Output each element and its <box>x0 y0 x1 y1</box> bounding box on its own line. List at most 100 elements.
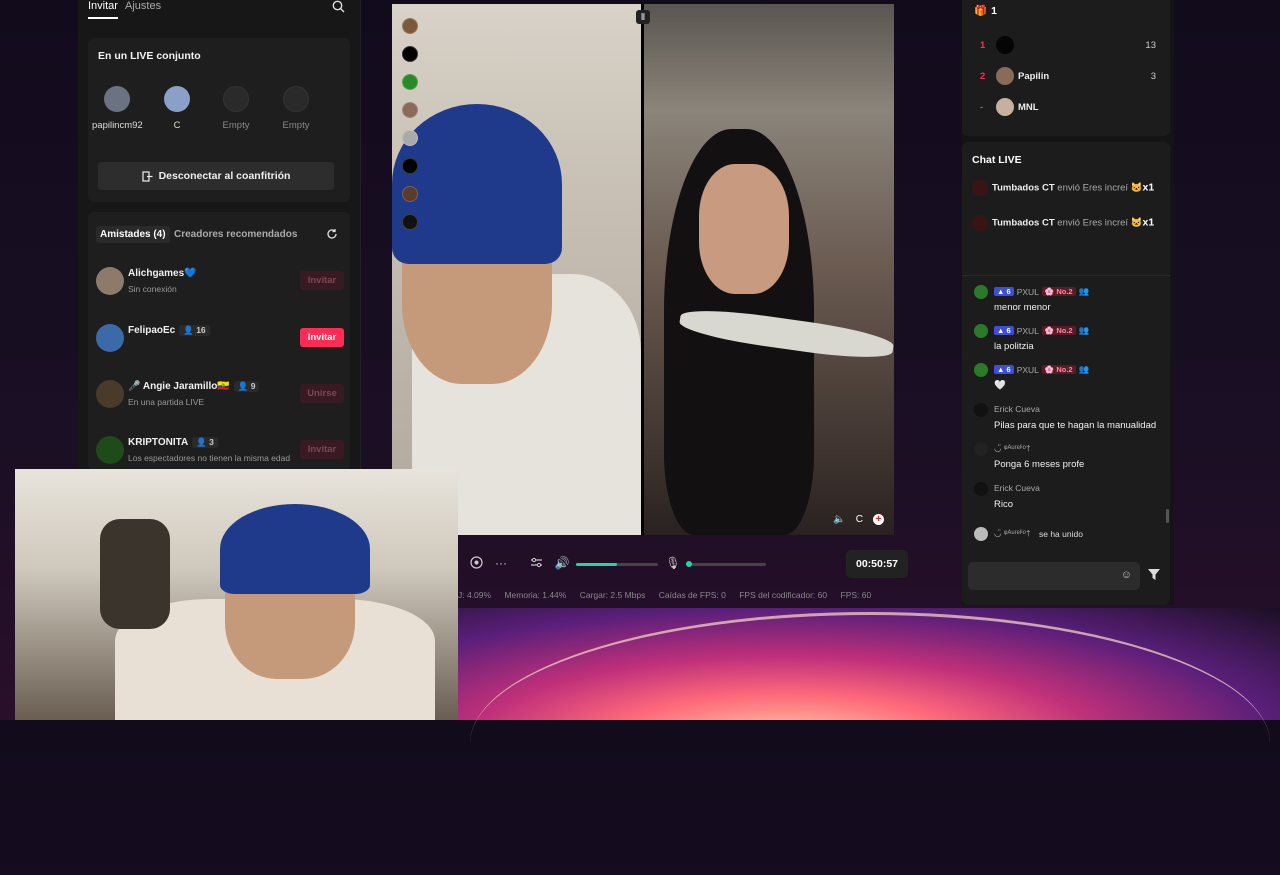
join-button[interactable]: Unirse <box>300 384 344 403</box>
stat-item: Cargar: 2.5 Mbps <box>579 590 646 600</box>
friend-name: Alichgames💙 <box>128 268 197 279</box>
ranking-row[interactable]: 1 13 <box>980 35 1156 57</box>
live-chat: Chat LIVE Tumbados CT envió Eres increí … <box>962 142 1170 605</box>
avatar <box>996 67 1014 85</box>
more-icon[interactable]: ··· <box>493 556 509 572</box>
live-control-bar: ··· 🔊 🎙 00:50:57 <box>458 546 913 582</box>
mic-level-slider[interactable] <box>686 561 766 567</box>
avatar <box>996 36 1014 54</box>
live-timer: 00:50:57 <box>846 550 908 578</box>
cohost-slot-1[interactable]: papilincm92 <box>92 86 143 131</box>
ranking-row[interactable]: 2 Papilin 3 <box>980 66 1156 88</box>
avatar <box>974 363 988 377</box>
gift-box-icon: 🎁 <box>974 5 988 17</box>
avatar <box>974 324 988 338</box>
right-panel: 🎁 1 1 13 2 Papilin 3 - MNL Chat LIVE Tum… <box>962 0 1174 605</box>
volume-icon[interactable]: 🔊 <box>554 556 570 572</box>
divider <box>962 275 1170 276</box>
friend-item: KRIPTONITA 👤 3 Los espectadores no tienen… <box>96 434 344 468</box>
slot-label: C <box>173 120 181 131</box>
friend-item: FelipaoEc 👤 16 Invitar <box>96 322 344 356</box>
invite-panel: Invitar Ajustes En un LIVE conjunto papi… <box>78 0 361 470</box>
team-icon: 👥 <box>1078 364 1090 374</box>
gift-notice: Tumbados CT envió Eres increí 🐱x1 <box>972 180 1167 198</box>
gift-notice: Tumbados CT envió Eres increí 🐱x1 <box>972 215 1167 233</box>
friend-name: 🎤 Angie Jaramillo🇪🇨 👤 9 <box>128 381 260 392</box>
disconnect-label: Desconectar al coanfitrión <box>158 170 291 182</box>
add-icon[interactable]: + <box>873 514 884 525</box>
tab-amistades[interactable]: Amistades (4) <box>96 226 170 243</box>
avatar <box>974 482 988 496</box>
layout-icon[interactable]: ⦀ <box>636 10 650 24</box>
avatar <box>974 403 988 417</box>
speaker-icon[interactable]: 🔈 <box>833 514 845 525</box>
settings-sliders-icon[interactable] <box>528 556 544 572</box>
refresh-icon[interactable] <box>326 228 338 243</box>
exit-icon <box>141 170 153 182</box>
friends-card: Amistades (4) Creadores recomendados Ali… <box>88 212 350 470</box>
cohost-label: C <box>855 514 863 525</box>
search-icon[interactable] <box>332 0 346 14</box>
avatar <box>96 267 124 295</box>
friend-status: En una partida LIVE <box>128 397 205 407</box>
team-icon: 👥 <box>1078 325 1090 335</box>
stat-item: FPS del codificador: 60 <box>739 590 828 600</box>
filter-icon[interactable] <box>1148 569 1160 583</box>
slot-label: papilincm92 <box>92 120 143 131</box>
viewer-list <box>402 18 462 242</box>
ranking-row[interactable]: - MNL <box>980 97 1156 119</box>
avatar <box>972 180 988 196</box>
slot-label: Empty <box>222 120 250 131</box>
chat-scrollbar[interactable] <box>1166 509 1169 523</box>
wave-icon <box>974 527 988 541</box>
wallpaper-arc <box>470 612 1270 875</box>
live-video-area: ⦀ 🔈 C + <box>392 4 896 535</box>
cohost-slot-3[interactable]: Empty <box>211 86 261 131</box>
cohost-card: En un LIVE conjunto papilincm92 C Empty … <box>88 38 350 202</box>
friend-item: 🎤 Angie Jaramillo🇪🇨 👤 9 En una partida LI… <box>96 378 344 412</box>
camera-switch-icon[interactable] <box>468 556 484 572</box>
cohost-title: En un LIVE conjunto <box>98 50 201 62</box>
friend-name: FelipaoEc 👤 16 <box>128 325 210 336</box>
stat-item: Memoria: 1.44% <box>504 590 567 600</box>
chat-input[interactable]: ☺ <box>968 562 1140 590</box>
invite-button[interactable]: Invitar <box>300 328 344 347</box>
cohost-slot-2[interactable]: C <box>152 86 202 131</box>
stat-item: Caídas de FPS: 0 <box>658 590 726 600</box>
cohost-slot-4[interactable]: Empty <box>271 86 321 131</box>
empty-user-icon <box>283 86 309 112</box>
host-video <box>392 4 641 535</box>
panel-tabs: Invitar Ajustes <box>88 0 350 22</box>
friends-tabs: Amistades (4) Creadores recomendados <box>96 226 342 244</box>
stat-item: FPS: 60 <box>840 590 872 600</box>
friend-status: Los espectadores no tienen la misma edad <box>128 453 291 463</box>
avatar <box>96 324 124 352</box>
cohost-video <box>644 4 896 535</box>
avatar <box>96 380 124 408</box>
avatar <box>164 86 190 112</box>
invite-button[interactable]: Invitar <box>300 271 344 290</box>
cohost-overlay: 🔈 C + <box>833 514 884 525</box>
ranking-header: 🎁 1 <box>974 4 997 18</box>
stream-stats: J: 4.09% Memoria: 1.44% Cargar: 2.5 Mbps… <box>458 590 958 604</box>
tab-ajustes[interactable]: Ajustes <box>125 0 161 12</box>
microphone-icon[interactable]: 🎙 <box>665 556 681 572</box>
volume-slider[interactable] <box>576 563 658 566</box>
chat-title: Chat LIVE <box>972 154 1022 166</box>
avatar <box>972 215 988 231</box>
avatar <box>96 436 124 464</box>
gift-icon: 🐱 <box>1130 182 1143 194</box>
avatar <box>974 442 988 456</box>
avatar <box>104 86 130 112</box>
gift-icon: 🐱 <box>1130 217 1143 229</box>
webcam-overlay <box>15 469 458 720</box>
tab-invitar[interactable]: Invitar <box>88 0 118 19</box>
invite-button[interactable]: Invitar <box>300 440 344 459</box>
friend-status: Sin conexión <box>128 284 177 294</box>
avatar <box>974 285 988 299</box>
disconnect-cohost-button[interactable]: Desconectar al coanfitrión <box>98 162 334 190</box>
emoji-icon[interactable]: ☺ <box>1121 569 1132 581</box>
friend-item: Alichgames💙 Sin conexión Invitar <box>96 265 344 299</box>
avatar <box>996 98 1014 116</box>
tab-creadores-recomendados[interactable]: Creadores recomendados <box>170 226 301 243</box>
